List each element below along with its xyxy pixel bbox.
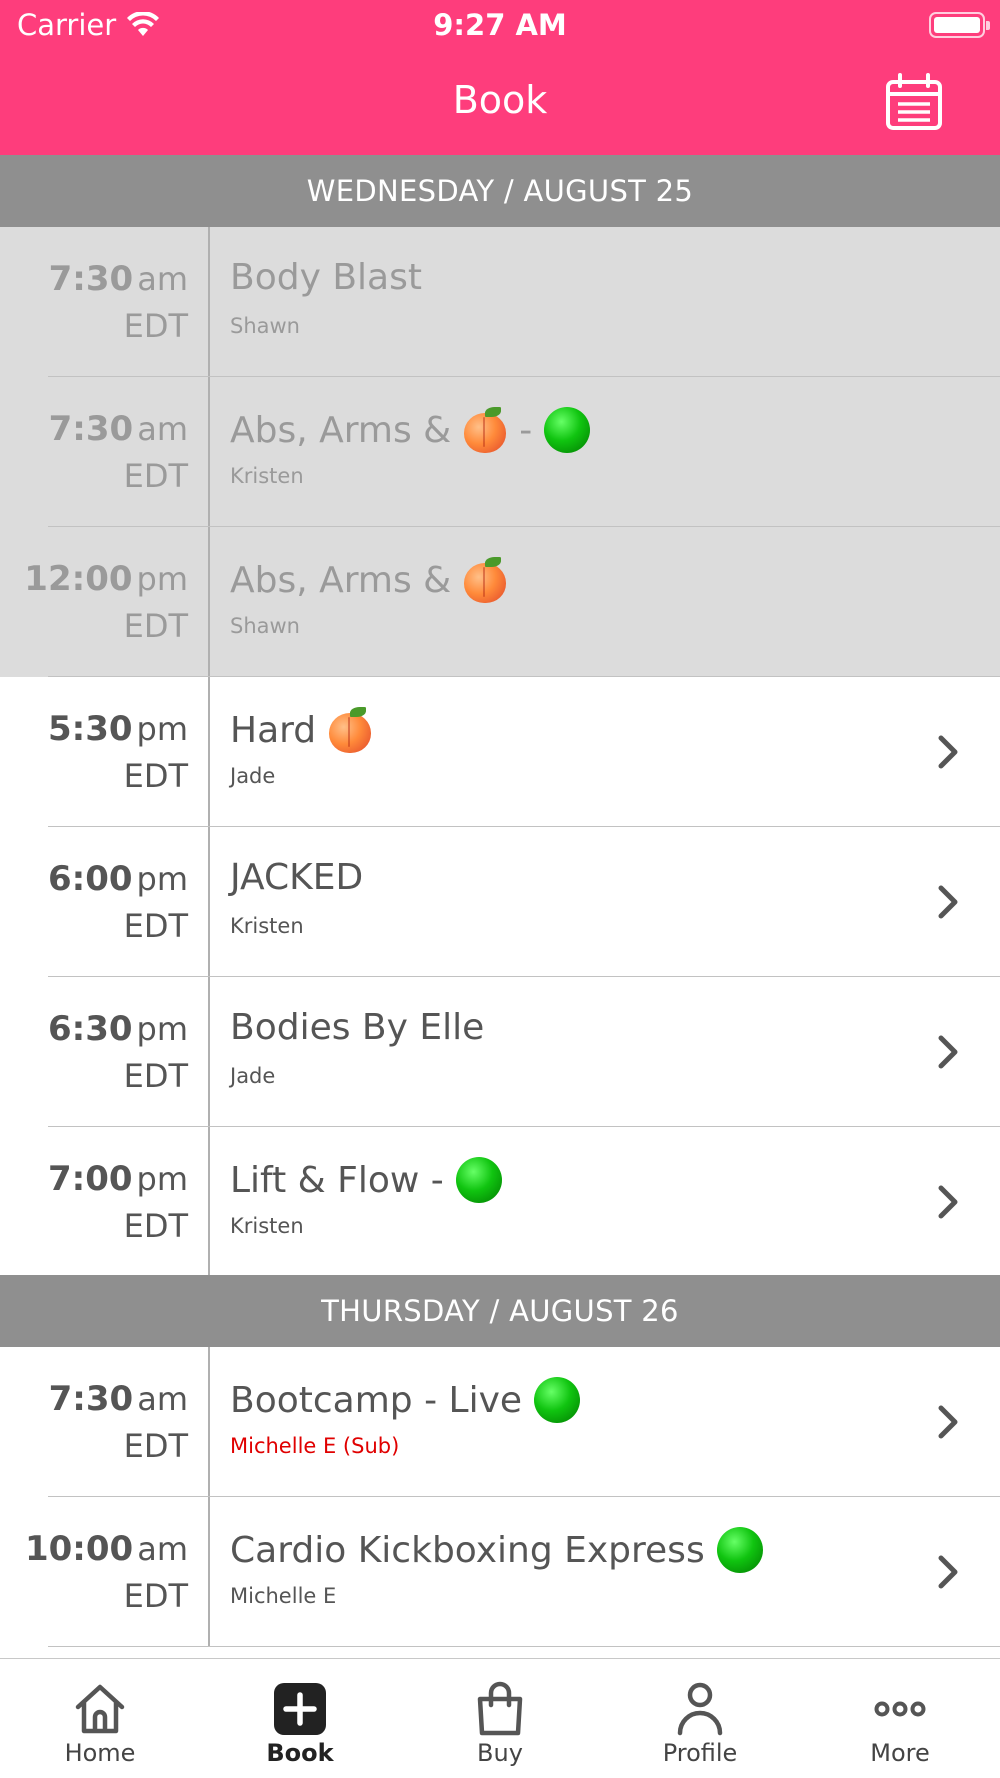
tab-buy[interactable]: Buy [400,1659,600,1778]
home-icon [75,1684,125,1734]
class-instructor: Jade [230,764,276,788]
class-row[interactable]: 10:00 am EDT Cardio Kickboxing Express Mi… [0,1497,1000,1647]
class-name: Hard [230,707,372,753]
class-name: Lift & Flow - [230,1157,502,1203]
tab-home[interactable]: Home [0,1659,200,1778]
class-row[interactable]: 12:00 pm EDT Abs, Arms & Shawn [0,527,1000,677]
class-time: 7:30 am [48,1379,188,1419]
chevron-right-icon [938,1185,958,1219]
class-row[interactable]: 7:30 am EDT Body Blast Shawn [0,227,1000,377]
day-header-thursday: THURSDAY / AUGUST 26 [0,1275,1000,1347]
live-green-dot-icon [455,1157,502,1203]
class-instructor: Kristen [230,464,304,488]
calendar-icon[interactable] [884,72,944,132]
class-row[interactable]: 7:00 pm EDT Lift & Flow - Kristen [0,1127,1000,1277]
class-time: 7:30 am [48,409,188,449]
class-instructor: Kristen [230,1214,304,1238]
chevron-right-icon [938,1035,958,1069]
chevron-right-icon [938,1555,958,1589]
live-green-dot-icon [544,407,591,453]
class-instructor: Michelle E [230,1584,337,1608]
page-title: Book [452,78,548,122]
status-bar: Carrier 9:27 AM [0,0,1000,52]
top-bar: Carrier 9:27 AM Book [0,0,1000,155]
chevron-right-icon [938,885,958,919]
class-name: Abs, Arms & [230,557,507,603]
peach-icon [463,407,507,453]
status-time: 9:27 AM [433,8,567,42]
tab-label: Buy [477,1739,523,1767]
class-row[interactable]: 5:30 pm EDT Hard Jade [0,677,1000,827]
class-time: 7:30 am [48,259,188,299]
class-timezone: EDT [123,457,188,495]
tab-label: More [870,1739,930,1767]
peach-icon [463,557,507,603]
class-name: JACKED [230,857,364,898]
class-timezone: EDT [123,307,188,345]
class-name: Body Blast [230,257,422,298]
tab-label: Profile [662,1739,738,1767]
tab-bar: Home Book Buy Profile More [0,1658,1000,1778]
live-green-dot-icon [534,1377,581,1423]
class-instructor: Jade [230,1064,276,1088]
tab-profile[interactable]: Profile [600,1659,800,1778]
class-name: Bootcamp - Live [230,1377,581,1423]
class-name: Bodies By Elle [230,1007,485,1048]
class-name: Abs, Arms & - [230,407,591,453]
tab-label: Book [266,1739,334,1767]
class-timezone: EDT [123,607,188,645]
class-time: 7:00 pm [47,1159,188,1199]
class-timezone: EDT [123,1577,188,1615]
class-instructor: Kristen [230,914,304,938]
live-green-dot-icon [716,1527,763,1573]
class-instructor: Shawn [230,614,300,638]
plus-icon [274,1683,326,1735]
class-timezone: EDT [123,1207,188,1245]
class-timezone: EDT [123,1427,188,1465]
tab-label: Home [64,1739,136,1767]
shopping-bag-icon [477,1681,523,1736]
class-instructor: Shawn [230,314,300,338]
chevron-right-icon [938,1405,958,1439]
tab-book[interactable]: Book [200,1659,400,1778]
class-row[interactable]: 7:30 am EDT Abs, Arms & - Kristen [0,377,1000,527]
class-timezone: EDT [123,1057,188,1095]
person-icon [677,1682,723,1736]
day-header-wednesday: WEDNESDAY / AUGUST 25 [0,155,1000,227]
chevron-right-icon [938,735,958,769]
class-timezone: EDT [123,907,188,945]
class-name: Cardio Kickboxing Express [230,1527,763,1573]
class-time: 10:00 am [24,1529,188,1569]
class-time: 5:30 pm [47,709,188,749]
class-time: 6:00 pm [47,859,188,899]
tab-more[interactable]: More [800,1659,1000,1778]
class-time: 6:30 pm [47,1009,188,1049]
more-dots-icon [874,1701,926,1717]
class-row[interactable]: 6:00 pm EDT JACKED Kristen [0,827,1000,977]
class-row[interactable]: 6:30 pm EDT Bodies By Elle Jade [0,977,1000,1127]
class-timezone: EDT [123,757,188,795]
class-instructor-sub: Michelle E (Sub) [230,1434,400,1458]
class-time: 12:00 pm [24,559,188,599]
class-row[interactable]: 7:30 am EDT Bootcamp - Live Michelle E (S… [0,1347,1000,1497]
peach-icon [328,707,372,753]
battery-icon [929,12,990,38]
